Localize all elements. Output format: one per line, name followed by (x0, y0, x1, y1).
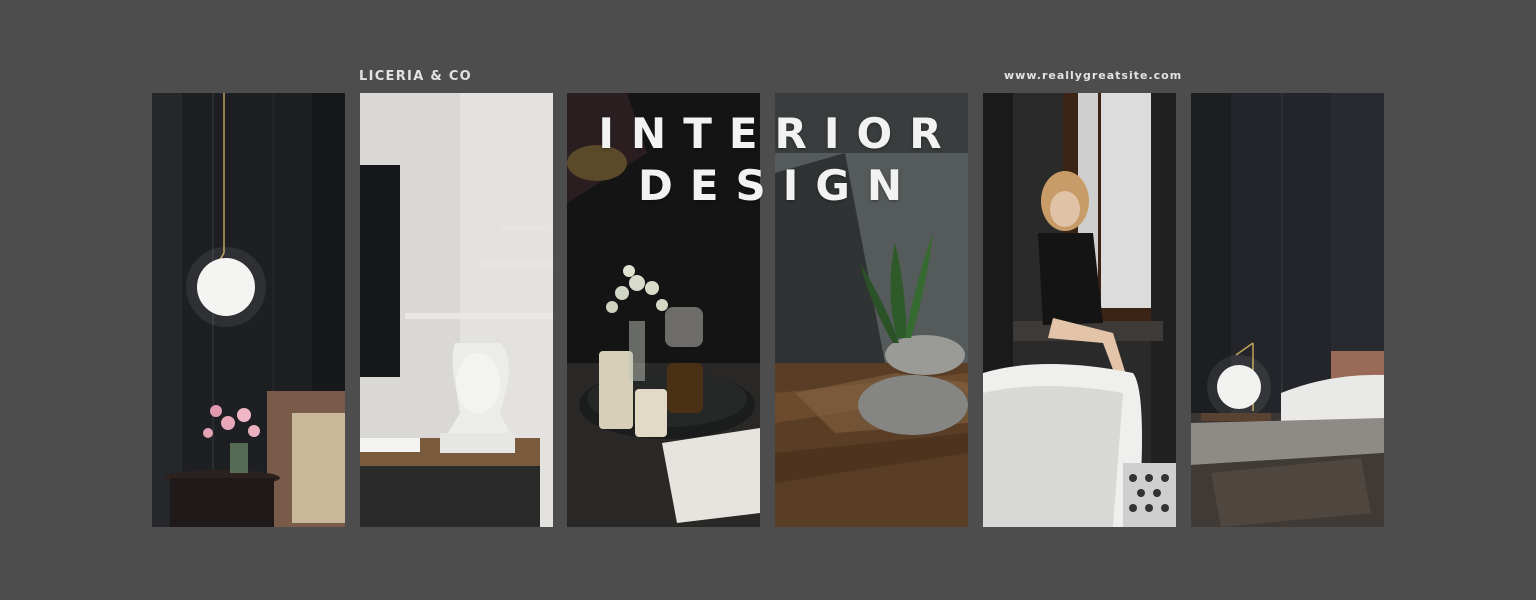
headline: INTERIOR DESIGN (560, 108, 980, 212)
photo-panel-bedroom (1191, 93, 1384, 527)
brand-name: LICERIA & CO (359, 69, 473, 84)
bedside-lamp-image (1191, 93, 1384, 527)
headline-line-1: INTERIOR (598, 109, 959, 158)
pendant-lamp-image (152, 93, 345, 527)
woman-bathtub-image (983, 93, 1176, 527)
photo-panel-bathtub (983, 93, 1176, 527)
photo-panel-sculpture (360, 93, 553, 527)
website-url[interactable]: www.reallygreatsite.com (1004, 69, 1182, 82)
photo-panel-pendant-lamp (152, 93, 345, 527)
sculpture-bust-image (360, 93, 553, 527)
banner: LICERIA & CO www.reallygreatsite.com INT… (0, 0, 1536, 600)
headline-line-2: DESIGN (637, 161, 920, 210)
